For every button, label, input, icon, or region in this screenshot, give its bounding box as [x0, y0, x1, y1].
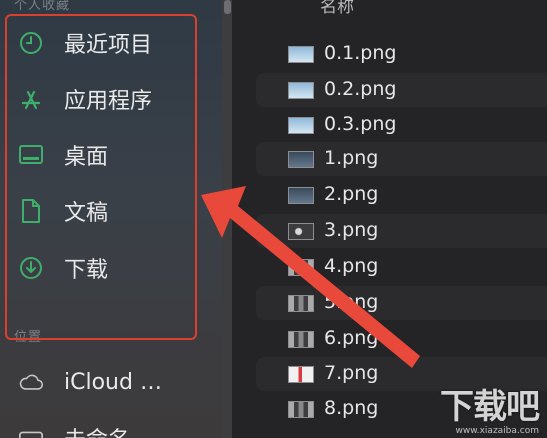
file-name: 7.png: [324, 362, 379, 384]
file-row[interactable]: 3.png: [256, 214, 547, 248]
file-name: 5.png: [324, 291, 379, 313]
image-thumbnail-icon: [288, 82, 314, 99]
sidebar-scroll-thumb[interactable]: [224, 0, 231, 14]
sidebar-item-untitled-disk[interactable]: 未命名: [0, 418, 200, 438]
file-name: 0.3.png: [324, 113, 397, 135]
sidebar-item-label: iCloud …: [64, 369, 162, 395]
file-row[interactable]: 5.png: [256, 286, 547, 320]
image-thumbnail-icon: [288, 151, 314, 168]
file-row[interactable]: 0.1.png: [256, 37, 547, 71]
watermark-url: www.xiazaiba.com: [455, 426, 539, 436]
image-thumbnail-icon: [288, 259, 314, 276]
sidebar-scroll-track[interactable]: [222, 0, 232, 438]
file-name: 1.png: [324, 147, 379, 169]
image-thumbnail-icon: [288, 187, 314, 204]
sidebar: 个人收藏 最近项目 应用程序 桌面 文稿 下载 位置 iCloud …: [0, 0, 222, 438]
file-list: 名称 0.1.png 0.2.png 0.3.png 1.png 2.png 3…: [232, 0, 547, 438]
sidebar-item-icloud[interactable]: iCloud …: [0, 362, 200, 402]
file-name: 8.png: [324, 397, 379, 419]
watermark-logo: 下载吧: [440, 387, 540, 427]
image-thumbnail-icon: [288, 331, 314, 348]
highlight-box: [5, 14, 197, 340]
file-row[interactable]: 0.3.png: [256, 108, 547, 142]
image-thumbnail-icon: [288, 46, 314, 63]
image-thumbnail-icon: [288, 295, 314, 312]
cloud-icon: [18, 369, 44, 395]
file-name: 0.2.png: [324, 78, 397, 100]
file-row[interactable]: 0.2.png: [256, 73, 547, 107]
file-row[interactable]: 7.png: [256, 357, 547, 391]
file-name: 2.png: [324, 183, 379, 205]
file-row[interactable]: 6.png: [256, 322, 547, 356]
file-row[interactable]: 4.png: [256, 250, 547, 284]
file-row[interactable]: 2.png: [256, 178, 547, 212]
image-thumbnail-icon: [288, 117, 314, 134]
file-name: 3.png: [324, 219, 379, 241]
favorites-header: 个人收藏: [14, 0, 71, 13]
disk-icon: [18, 425, 44, 438]
column-header-name[interactable]: 名称: [320, 0, 354, 17]
image-thumbnail-icon: [288, 401, 314, 418]
file-row[interactable]: 1.png: [256, 142, 547, 176]
file-name: 0.1.png: [324, 42, 397, 64]
file-name: 6.png: [324, 327, 379, 349]
file-name: 4.png: [324, 255, 379, 277]
image-thumbnail-icon: [288, 366, 314, 383]
sidebar-item-label: 未命名: [64, 422, 130, 438]
image-thumbnail-icon: [288, 223, 314, 240]
